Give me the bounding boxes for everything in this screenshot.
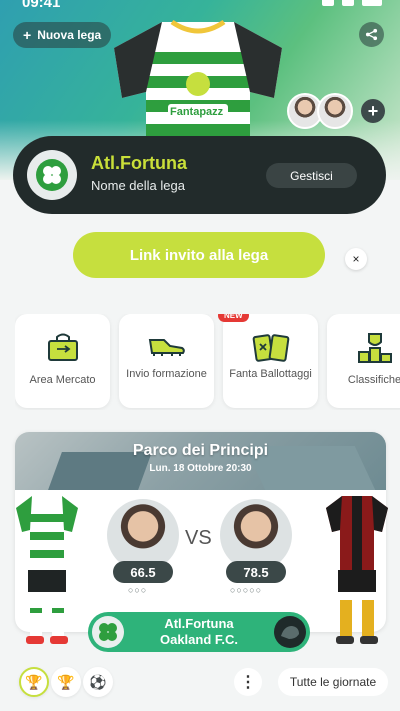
battery-icon <box>362 0 382 6</box>
home-rating: 66.5 <box>113 561 173 583</box>
menu-card-ballottaggi[interactable]: Fanta Ballottaggi <box>223 314 318 408</box>
wifi-icon <box>342 0 354 6</box>
away-rating: 78.5 <box>226 561 286 583</box>
league-members[interactable] <box>287 93 353 129</box>
member-avatar <box>317 93 353 129</box>
away-team-badge <box>274 616 306 648</box>
away-stars-icon: ○○○○○ <box>230 585 263 595</box>
away-kit <box>326 496 388 644</box>
bottom-bar: 🏆 🏆 ⚽ ⋮ Tutte le giornate <box>0 655 400 711</box>
trophy-tab-button[interactable]: 🏆 <box>19 667 49 697</box>
more-options-button[interactable]: ⋮ <box>234 668 262 696</box>
plus-icon: + <box>367 100 379 121</box>
versus-label: VS <box>185 527 212 549</box>
clover-icon <box>99 623 117 641</box>
menu-card-label: Classifiche <box>347 374 400 386</box>
league-header-bar: Atl.Fortuna Nome della lega Gestisci <box>13 136 386 214</box>
new-league-label: Nuova lega <box>37 28 102 42</box>
manage-button[interactable]: Gestisci <box>266 163 357 188</box>
cards-icon <box>252 334 289 362</box>
match-teams-pill[interactable]: Atl.Fortuna Oakland F.C. <box>88 612 310 652</box>
trophy-icon: 🏆 <box>25 673 43 690</box>
menu-card-label: Area Mercato <box>29 374 96 386</box>
soccer-ball-icon: ⚽ <box>89 673 107 690</box>
menu-card-rankings[interactable]: Classifiche <box>327 314 400 408</box>
signal-icon <box>322 0 334 6</box>
add-member-button[interactable]: + <box>361 99 385 123</box>
team-jersey <box>114 19 282 153</box>
status-time: 09:41 <box>22 0 61 11</box>
home-team-badge <box>92 616 124 648</box>
menu-card-label: Invio formazione <box>126 368 207 380</box>
share-icon <box>365 28 378 41</box>
new-badge: NEW <box>218 314 249 322</box>
invite-link-button[interactable]: Link invito alla lega <box>73 232 325 278</box>
app-screen: 09:41 + Nuova lega Fantapazz + Atl.Fortu… <box>0 0 400 711</box>
new-league-button[interactable]: + Nuova lega <box>13 22 112 48</box>
all-rounds-button[interactable]: Tutte le giornate <box>278 668 388 696</box>
clover-icon <box>36 159 68 191</box>
league-name: Nome della lega <box>91 178 185 193</box>
share-button[interactable] <box>359 22 384 47</box>
menu-card-label: Fanta Ballottaggi <box>229 368 312 380</box>
menu-card-lineup[interactable]: Invio formazione <box>119 314 214 408</box>
match-datetime: Lun. 18 Ottobre 20:30 <box>149 463 252 474</box>
trophy-podium-icon <box>357 333 392 363</box>
cup-tab-button[interactable]: 🏆 <box>51 667 81 697</box>
panther-icon <box>281 626 299 639</box>
quick-actions: Area Mercato Invio formazione Fanta Ball… <box>15 314 400 410</box>
match-venue: Parco dei Principi <box>132 442 269 459</box>
team-badge <box>27 150 77 200</box>
home-kit <box>16 496 78 644</box>
market-bag-icon <box>47 333 78 361</box>
ball-tab-button[interactable]: ⚽ <box>83 667 113 697</box>
cup-icon: 🏆 <box>57 673 75 690</box>
home-stars-icon: ○○○ <box>128 585 148 595</box>
jersey-sponsor-text: Fantapazz <box>170 106 224 118</box>
status-icons <box>322 0 382 6</box>
close-invite-button[interactable]: × <box>345 248 367 270</box>
boot-icon <box>148 339 185 356</box>
stadium-image <box>15 432 386 490</box>
team-name: Atl.Fortuna <box>91 153 187 173</box>
plus-icon: + <box>23 27 32 43</box>
menu-card-market[interactable]: Area Mercato <box>15 314 110 408</box>
